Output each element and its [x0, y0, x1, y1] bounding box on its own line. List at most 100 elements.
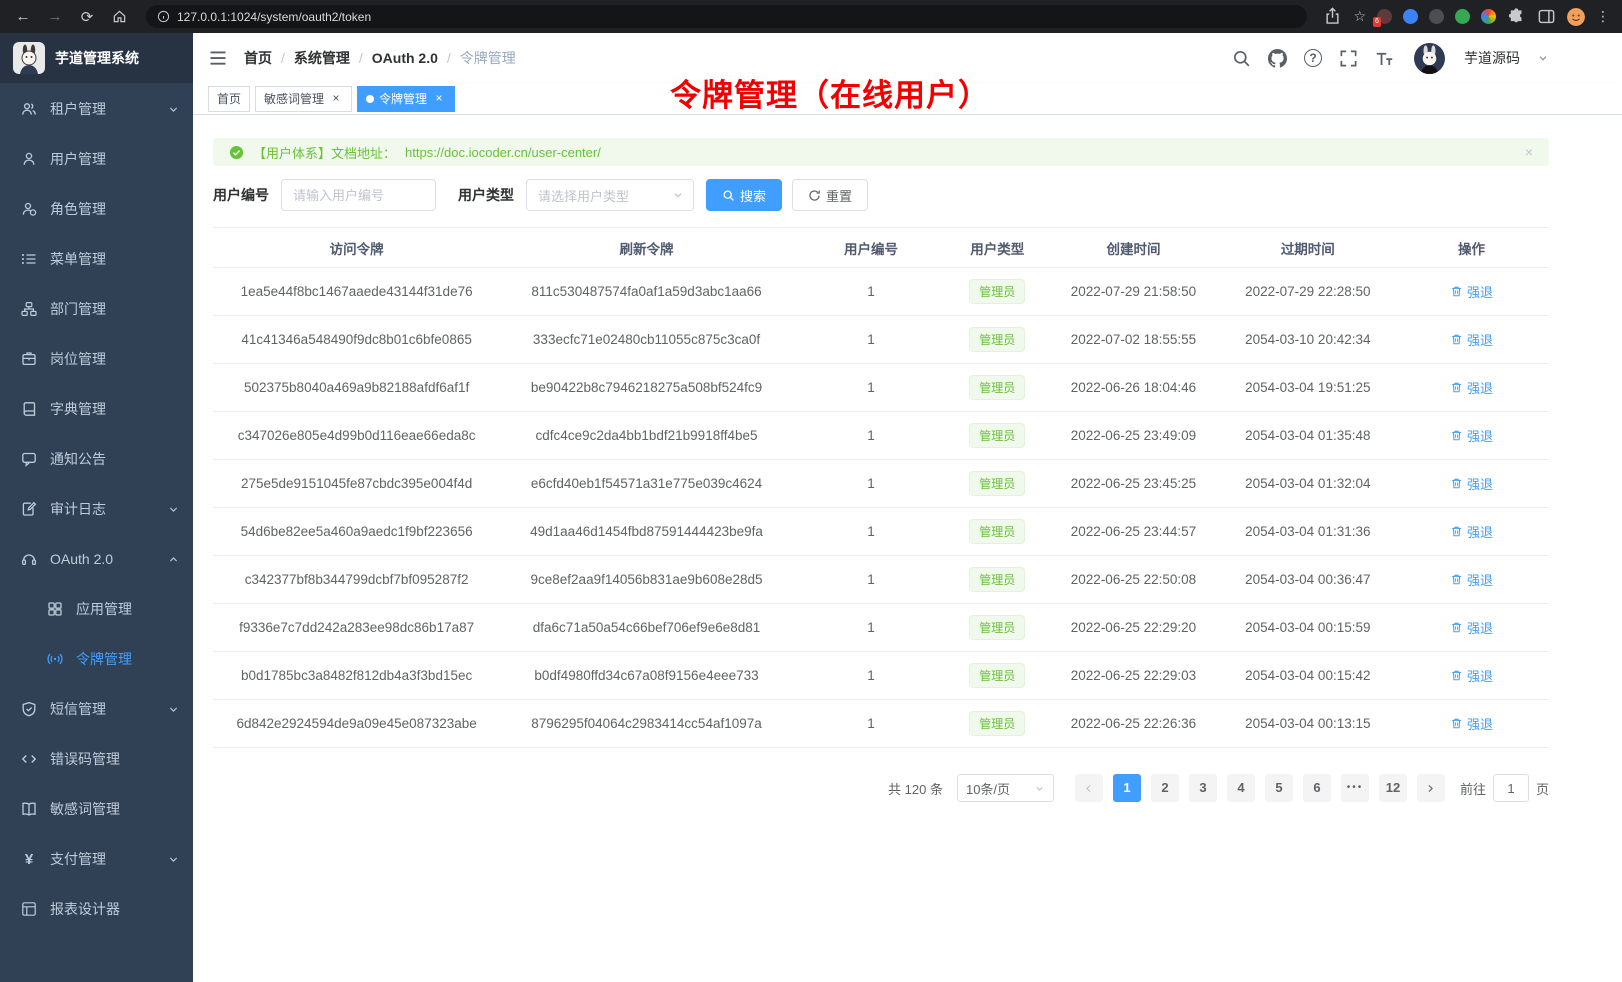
col-actions: 操作	[1394, 228, 1549, 268]
reset-button[interactable]: 重置	[792, 179, 868, 211]
search-icon[interactable]	[1232, 49, 1251, 68]
page-button[interactable]: 2	[1151, 774, 1179, 802]
sidebar-item-oauth2[interactable]: OAuth 2.0	[0, 534, 193, 584]
side-panel-icon[interactable]	[1537, 7, 1556, 26]
font-size-icon[interactable]	[1375, 49, 1394, 68]
sidebar-item-sensitive-word[interactable]: 敏感词管理	[0, 784, 193, 834]
site-info-icon[interactable]	[157, 10, 170, 23]
force-logout-button[interactable]: 强退	[1450, 618, 1493, 637]
extension-icon-5[interactable]	[1481, 9, 1496, 24]
sidebar-item-tenant[interactable]: 租户管理	[0, 84, 193, 134]
bookmark-star-icon[interactable]: ☆	[1353, 8, 1366, 25]
force-logout-label: 强退	[1467, 618, 1493, 637]
prev-page-button[interactable]	[1075, 774, 1103, 802]
sidebar-item-role[interactable]: 角色管理	[0, 184, 193, 234]
pager: 123456•••12	[1108, 774, 1412, 802]
force-logout-button[interactable]: 强退	[1450, 570, 1493, 589]
sidebar-item-dict[interactable]: 字典管理	[0, 384, 193, 434]
action-cell: 强退	[1394, 652, 1549, 700]
breadcrumb-oauth[interactable]: OAuth 2.0	[372, 50, 438, 66]
breadcrumb-system[interactable]: 系统管理	[294, 48, 350, 68]
tab-close-icon[interactable]: ×	[329, 92, 343, 106]
extensions-puzzle-icon[interactable]	[1507, 7, 1526, 26]
browser-back-icon[interactable]: ←	[12, 6, 34, 28]
page-button[interactable]: 1	[1113, 774, 1141, 802]
page-ellipsis[interactable]: •••	[1341, 774, 1369, 802]
extension-icon-4[interactable]	[1455, 9, 1470, 24]
expire-time-cell: 2054-03-04 00:15:59	[1222, 604, 1394, 652]
extension-icon-1[interactable]: 6	[1377, 9, 1392, 24]
expire-time-cell: 2054-03-04 19:51:25	[1222, 364, 1394, 412]
user-id-input[interactable]	[281, 179, 436, 211]
help-icon[interactable]: ?	[1304, 49, 1322, 67]
sidebar-item-label: 敏感词管理	[50, 799, 120, 819]
doc-link[interactable]: https://doc.iocoder.cn/user-center/	[405, 145, 601, 160]
tab-home[interactable]: 首页	[208, 86, 250, 112]
user-id-cell: 1	[793, 460, 949, 508]
table-row: c347026e805e4d99b0d116eae66eda8ccdfc4ce9…	[213, 412, 1549, 460]
sidebar-toggle-icon[interactable]	[208, 48, 228, 68]
sidebar-item-menu[interactable]: 菜单管理	[0, 234, 193, 284]
next-page-button[interactable]	[1417, 774, 1445, 802]
user-type-cell: 管理员	[949, 652, 1045, 700]
goto-page-input[interactable]	[1493, 774, 1529, 802]
page-button[interactable]: 4	[1227, 774, 1255, 802]
table-row: f9336e7c7dd242a283ee98dc86b17a87dfa6c71a…	[213, 604, 1549, 652]
force-logout-button[interactable]: 强退	[1450, 666, 1493, 685]
search-button[interactable]: 搜索	[706, 179, 782, 211]
force-logout-button[interactable]: 强退	[1450, 474, 1493, 493]
browser-profile-avatar[interactable]	[1567, 8, 1585, 26]
tab-token-manage[interactable]: 令牌管理 ×	[357, 86, 455, 112]
browser-home-icon[interactable]	[108, 6, 130, 28]
user-avatar[interactable]	[1414, 43, 1445, 74]
browser-forward-icon[interactable]: →	[44, 6, 66, 28]
sidebar-item-app-manage[interactable]: 应用管理	[0, 584, 193, 634]
sidebar-item-post[interactable]: 岗位管理	[0, 334, 193, 384]
address-bar[interactable]: 127.0.0.1:1024/system/oauth2/token	[146, 5, 1307, 28]
user-type-select[interactable]: 请选择用户类型	[526, 179, 694, 211]
sidebar-item-sms[interactable]: 短信管理	[0, 684, 193, 734]
page-button[interactable]: 6	[1303, 774, 1331, 802]
share-icon[interactable]	[1323, 7, 1342, 26]
extension-icon-2[interactable]	[1403, 9, 1418, 24]
sidebar-item-user[interactable]: 用户管理	[0, 134, 193, 184]
sidebar-item-dept[interactable]: 部门管理	[0, 284, 193, 334]
github-icon[interactable]	[1268, 49, 1287, 68]
sidebar-item-report-designer[interactable]: 报表设计器	[0, 884, 193, 934]
extension-icon-3[interactable]	[1429, 9, 1444, 24]
breadcrumb-home[interactable]: 首页	[244, 48, 272, 68]
user-icon	[21, 151, 37, 167]
browser-menu-icon[interactable]: ⋮	[1596, 8, 1610, 25]
page-button[interactable]: 3	[1189, 774, 1217, 802]
sidebar-item-label: 令牌管理	[76, 649, 132, 669]
sidebar-item-audit-log[interactable]: 审计日志	[0, 484, 193, 534]
tab-close-icon[interactable]: ×	[432, 92, 446, 106]
user-type-cell: 管理员	[949, 268, 1045, 316]
user-caret-down-icon[interactable]	[1537, 52, 1549, 64]
refresh-token-cell: 333ecfc71e02480cb11055c875c3ca0f	[500, 316, 793, 364]
role-icon	[21, 201, 37, 217]
table-row: 502375b8040a469a9b82188afdf6af1fbe90422b…	[213, 364, 1549, 412]
fullscreen-icon[interactable]	[1339, 49, 1358, 68]
delete-icon	[1450, 477, 1463, 490]
browser-reload-icon[interactable]: ⟳	[76, 6, 98, 28]
tab-sensitive-word[interactable]: 敏感词管理 ×	[255, 86, 352, 112]
refresh-token-cell: 9ce8ef2aa9f14056b831ae9b608e28d5	[500, 556, 793, 604]
force-logout-button[interactable]: 强退	[1450, 426, 1493, 445]
filter-form: 用户编号 用户类型 请选择用户类型 搜索 重置	[213, 179, 1549, 211]
page-button[interactable]: 5	[1265, 774, 1293, 802]
sidebar-item-error-code[interactable]: 错误码管理	[0, 734, 193, 784]
username[interactable]: 芋道源码	[1464, 48, 1520, 68]
force-logout-button[interactable]: 强退	[1450, 714, 1493, 733]
sidebar-item-payment[interactable]: ¥ 支付管理	[0, 834, 193, 884]
alert-close-icon[interactable]: ×	[1525, 144, 1533, 160]
force-logout-button[interactable]: 强退	[1450, 282, 1493, 301]
sidebar-item-notice[interactable]: 通知公告	[0, 434, 193, 484]
force-logout-button[interactable]: 强退	[1450, 378, 1493, 397]
sidebar-item-token-manage[interactable]: 令牌管理	[0, 634, 193, 684]
page-button[interactable]: 12	[1379, 774, 1407, 802]
page-size-select[interactable]: 10条/页	[957, 774, 1054, 802]
app-logo[interactable]: 芋道管理系统	[0, 33, 193, 83]
force-logout-button[interactable]: 强退	[1450, 522, 1493, 541]
force-logout-button[interactable]: 强退	[1450, 330, 1493, 349]
